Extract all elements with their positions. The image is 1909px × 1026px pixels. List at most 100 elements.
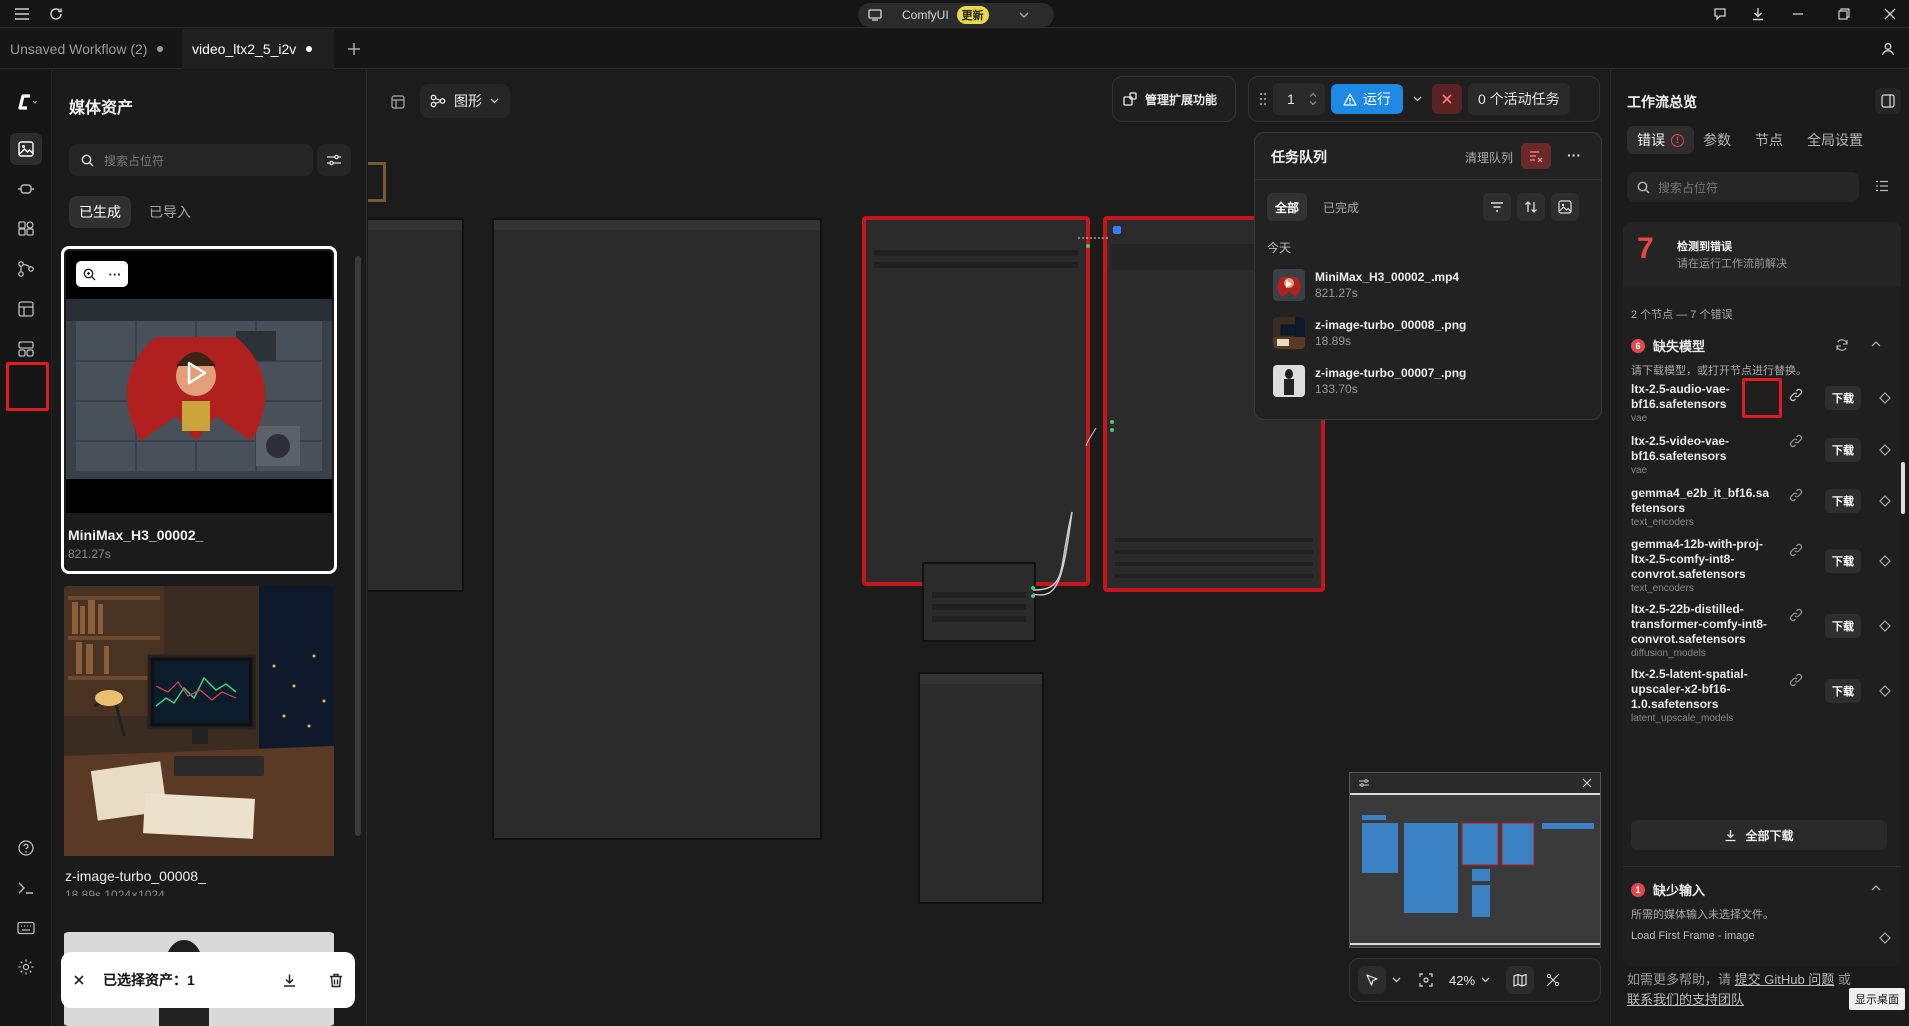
clear-queue-button[interactable] bbox=[1521, 143, 1551, 169]
pointer-tool-icon[interactable] bbox=[1358, 966, 1386, 994]
app-switcher[interactable]: ComfyUI 更新 bbox=[858, 3, 1054, 27]
tab-global-settings[interactable]: 全局设置 bbox=[1797, 126, 1873, 154]
batch-count-stepper[interactable]: 1 bbox=[1273, 83, 1325, 115]
download-button[interactable]: 下载 bbox=[1825, 386, 1861, 410]
missing-inputs-header[interactable]: 1 缺少输入 bbox=[1631, 880, 1705, 899]
locate-node-icon[interactable] bbox=[1879, 392, 1891, 404]
templates-icon[interactable] bbox=[10, 293, 42, 325]
link-icon[interactable] bbox=[1789, 673, 1803, 687]
chevron-down-icon[interactable] bbox=[1481, 977, 1490, 983]
active-tasks-button[interactable]: 0 个活动任务 bbox=[1468, 83, 1570, 115]
stepper-arrows-icon[interactable] bbox=[1309, 92, 1317, 106]
download-icon[interactable] bbox=[282, 973, 297, 988]
filter-icon[interactable] bbox=[1483, 193, 1511, 221]
tab-generated[interactable]: 已生成 bbox=[69, 196, 131, 228]
media-search-input[interactable]: 搜索占位符 bbox=[69, 144, 313, 176]
link-icon[interactable] bbox=[1789, 608, 1803, 622]
close-icon[interactable] bbox=[73, 974, 85, 986]
missing-models-header[interactable]: 6 缺失模型 bbox=[1631, 336, 1705, 355]
locate-node-icon[interactable] bbox=[1879, 685, 1891, 697]
view-mode-dropdown[interactable]: 图形 bbox=[420, 84, 510, 118]
tab-nodes[interactable]: 节点 bbox=[1745, 126, 1793, 154]
drag-handle-icon[interactable] bbox=[1259, 92, 1267, 106]
link-icon[interactable] bbox=[1789, 488, 1803, 502]
locate-node-icon[interactable] bbox=[1879, 932, 1891, 944]
collapse-panel-icon[interactable] bbox=[1875, 88, 1901, 114]
close-window-icon[interactable] bbox=[1880, 4, 1900, 24]
hamburger-menu-icon[interactable] bbox=[12, 4, 32, 24]
media-scrollbar[interactable] bbox=[355, 256, 361, 836]
tab-unsaved-workflow[interactable]: Unsaved Workflow (2) bbox=[0, 29, 180, 69]
queue-item[interactable]: MiniMax_H3_00002_.mp4 821.27s bbox=[1273, 269, 1459, 301]
minimize-icon[interactable] bbox=[1788, 4, 1808, 24]
locate-node-icon[interactable] bbox=[1879, 620, 1891, 632]
more-icon[interactable]: ··· bbox=[1567, 147, 1581, 163]
workflows-icon[interactable] bbox=[10, 253, 42, 285]
cancel-run-button[interactable] bbox=[1432, 84, 1462, 114]
download-button[interactable]: 下载 bbox=[1825, 438, 1861, 462]
zoom-level[interactable]: 42% bbox=[1449, 973, 1475, 988]
models-icon[interactable] bbox=[10, 213, 42, 245]
gallery-icon[interactable] bbox=[1551, 193, 1579, 221]
filter-all-tab[interactable]: 全部 bbox=[1267, 193, 1308, 221]
terminal-icon[interactable] bbox=[10, 872, 42, 904]
settings-icon[interactable] bbox=[10, 951, 42, 983]
chevron-up-icon[interactable] bbox=[1871, 340, 1881, 347]
locate-node-icon[interactable] bbox=[1879, 555, 1891, 567]
asset-card[interactable]: z-image-turbo_00008_ 18.89s 1024×1024 bbox=[61, 586, 337, 896]
toggle-sidebar-icon[interactable] bbox=[384, 88, 412, 116]
nodes-library-icon[interactable] bbox=[10, 173, 42, 205]
restore-icon[interactable] bbox=[1834, 4, 1854, 24]
user-icon[interactable] bbox=[1878, 39, 1898, 59]
sort-icon[interactable] bbox=[1517, 193, 1545, 221]
help-icon[interactable] bbox=[10, 832, 42, 864]
tab-errors[interactable]: 错误 ! bbox=[1627, 126, 1694, 154]
logo-icon[interactable] bbox=[10, 86, 42, 118]
chevron-down-icon[interactable] bbox=[1019, 12, 1029, 18]
run-options-chevron-icon[interactable] bbox=[1409, 96, 1426, 102]
map-toggle-icon[interactable] bbox=[1506, 966, 1535, 994]
layout-icon[interactable] bbox=[10, 333, 42, 365]
link-icon[interactable] bbox=[1789, 388, 1803, 402]
queue-item[interactable]: z-image-turbo_00007_.png 133.70s bbox=[1273, 365, 1466, 397]
zoom-icon[interactable] bbox=[83, 268, 96, 281]
list-view-icon[interactable] bbox=[1875, 180, 1889, 192]
asset-card[interactable]: ··· MiniMax_H3_00002_ 821.27s bbox=[61, 246, 337, 574]
run-button[interactable]: 运行 bbox=[1331, 84, 1403, 114]
refresh-icon[interactable] bbox=[46, 4, 66, 24]
queue-item[interactable]: z-image-turbo_00008_.png 18.89s bbox=[1273, 317, 1466, 349]
hide-links-icon[interactable] bbox=[1546, 973, 1560, 987]
download-icon[interactable] bbox=[1748, 4, 1768, 24]
add-tab-icon[interactable] bbox=[344, 39, 364, 59]
minimap-close-icon[interactable] bbox=[1582, 778, 1592, 788]
feedback-icon[interactable] bbox=[1710, 4, 1730, 24]
tab-video-ltx2-5-i2v[interactable]: video_ltx2_5_i2v bbox=[182, 29, 334, 69]
update-badge[interactable]: 更新 bbox=[956, 6, 989, 24]
filter-done-tab[interactable]: 已完成 bbox=[1315, 193, 1367, 221]
tab-params[interactable]: 参数 bbox=[1693, 126, 1741, 154]
chevron-down-icon[interactable] bbox=[1392, 977, 1401, 983]
download-button[interactable]: 下载 bbox=[1825, 614, 1861, 638]
link-icon[interactable] bbox=[1789, 434, 1803, 448]
download-all-button[interactable]: 全部下载 bbox=[1631, 820, 1887, 850]
locate-node-icon[interactable] bbox=[1879, 444, 1891, 456]
download-button[interactable]: 下载 bbox=[1825, 679, 1861, 703]
filter-settings-button[interactable] bbox=[317, 144, 351, 176]
minimap[interactable] bbox=[1349, 772, 1601, 948]
more-icon[interactable]: ··· bbox=[109, 267, 122, 282]
delete-icon[interactable] bbox=[329, 973, 343, 988]
download-button[interactable]: 下载 bbox=[1825, 489, 1861, 513]
download-button[interactable]: 下载 bbox=[1825, 549, 1861, 573]
tab-imported[interactable]: 已导入 bbox=[139, 196, 201, 228]
keyboard-icon[interactable] bbox=[10, 912, 42, 944]
locate-node-icon[interactable] bbox=[1879, 495, 1891, 507]
support-team-link[interactable]: 联系我们的支持团队 bbox=[1627, 992, 1744, 1007]
link-icon[interactable] bbox=[1789, 543, 1803, 557]
overview-search-input[interactable]: 搜索占位符 bbox=[1627, 172, 1859, 202]
refresh-icon[interactable] bbox=[1835, 338, 1849, 352]
minimap-settings-icon[interactable] bbox=[1358, 778, 1370, 788]
fit-view-icon[interactable] bbox=[1419, 973, 1433, 987]
chevron-up-icon[interactable] bbox=[1871, 884, 1881, 891]
github-issue-link[interactable]: 提交 GitHub 问题 bbox=[1735, 972, 1835, 987]
manage-extensions-button[interactable]: 管理扩展功能 bbox=[1112, 76, 1236, 122]
